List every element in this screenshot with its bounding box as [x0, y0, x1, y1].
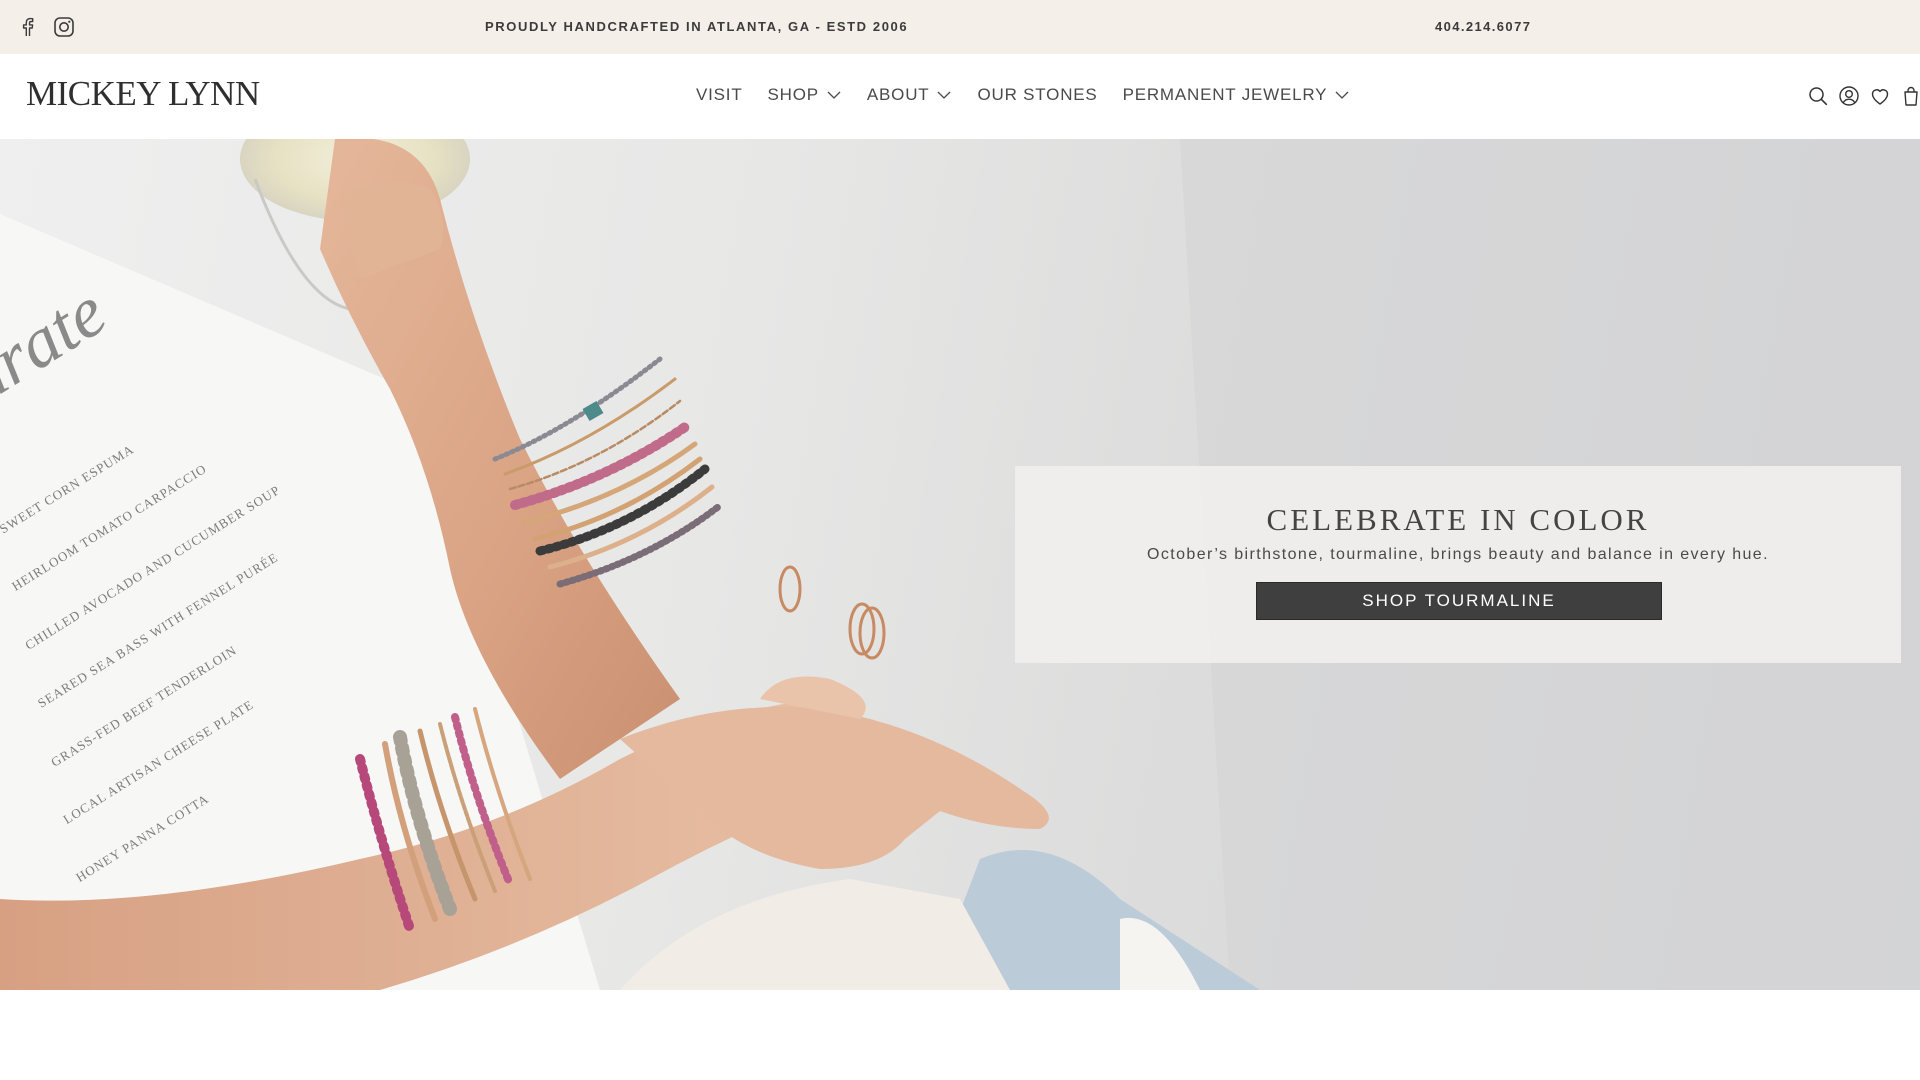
instagram-icon[interactable]: [52, 15, 76, 39]
site-header: MICKEY LYNN VISIT SHOP ABOUT OUR STONES …: [0, 54, 1920, 139]
announcement-bar: PROUDLY HANDCRAFTED IN ATLANTA, GA - EST…: [0, 0, 1920, 54]
nav-label: ABOUT: [866, 85, 930, 104]
chevron-down-icon: [827, 91, 841, 99]
announcement-text: PROUDLY HANDCRAFTED IN ATLANTA, GA - EST…: [485, 19, 909, 34]
wishlist-icon[interactable]: [1868, 84, 1892, 108]
nav-label: VISIT: [696, 85, 743, 104]
nav-item-permanent-jewelry[interactable]: PERMANENT JEWELRY: [1123, 85, 1351, 105]
search-icon[interactable]: [1806, 84, 1830, 108]
nav-label: SHOP: [767, 85, 819, 104]
nav-item-our-stones[interactable]: OUR STONES: [977, 85, 1097, 105]
cart-icon[interactable]: [1899, 84, 1920, 108]
promo-card: CELEBRATE IN COLOR October’s birthstone,…: [1015, 466, 1901, 663]
header-actions: [1806, 84, 1920, 108]
nav-label: PERMANENT JEWELRY: [1122, 85, 1328, 104]
account-icon[interactable]: [1837, 84, 1861, 108]
nav-item-visit[interactable]: VISIT: [696, 85, 743, 105]
hero-subtitle: October’s birthstone, tourmaline, brings…: [1147, 546, 1769, 563]
logo[interactable]: MICKEY LYNN: [26, 74, 260, 114]
nav-label: OUR STONES: [977, 85, 1098, 104]
phone-link[interactable]: 404.214.6077: [1435, 19, 1531, 34]
nav-item-shop[interactable]: SHOP: [768, 85, 842, 105]
nav-item-about[interactable]: ABOUT: [867, 85, 953, 105]
shop-tourmaline-button[interactable]: SHOP TOURMALINE: [1256, 582, 1662, 620]
hero-title: CELEBRATE IN COLOR: [1266, 502, 1650, 537]
main-nav: VISIT SHOP ABOUT OUR STONES PERMANENT JE…: [696, 85, 1350, 105]
social-links: [16, 15, 76, 39]
facebook-icon[interactable]: [16, 15, 40, 39]
chevron-down-icon: [1335, 91, 1349, 99]
hero-banner: urate SWEET CORN ESPUMA HEIRLOOM TOMATO …: [0, 139, 1920, 990]
chevron-down-icon: [938, 91, 951, 99]
